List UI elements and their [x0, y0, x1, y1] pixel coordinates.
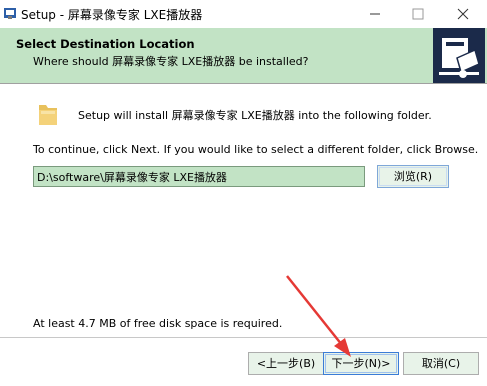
folder-icon	[39, 105, 57, 125]
wizard-footer: <上一步(B) 下一步(N)> 取消(C)	[0, 338, 487, 386]
minimize-icon	[370, 13, 380, 15]
page-subtitle: Where should 屏幕录像专家 LXE播放器 be installed?	[33, 55, 309, 68]
page-title: Select Destination Location	[16, 37, 195, 51]
setup-app-icon	[4, 8, 16, 19]
install-intro-text: Setup will install 屏幕录像专家 LXE播放器 into th…	[78, 109, 432, 122]
window-title: Setup - 屏幕录像专家 LXE播放器	[21, 8, 203, 22]
continue-instructions: To continue, click Next. If you would li…	[33, 143, 479, 156]
next-button[interactable]: 下一步(N)>	[323, 352, 399, 375]
maximize-button[interactable]	[403, 0, 433, 28]
title-bar: Setup - 屏幕录像专家 LXE播放器	[0, 0, 487, 28]
close-button[interactable]	[448, 0, 478, 28]
wizard-header: Select Destination Location Where should…	[0, 28, 487, 84]
cancel-button[interactable]: 取消(C)	[403, 352, 479, 375]
browse-button[interactable]: 浏览(R)	[377, 165, 449, 188]
close-icon	[457, 8, 469, 20]
disk-space-text: At least 4.7 MB of free disk space is re…	[33, 317, 283, 330]
back-button[interactable]: <上一步(B)	[248, 352, 324, 375]
destination-path-input[interactable]: D:\software\屏幕录像专家 LXE播放器	[33, 166, 365, 187]
maximize-icon	[412, 8, 424, 20]
setup-installer-icon	[433, 28, 485, 83]
minimize-button[interactable]	[360, 0, 390, 28]
